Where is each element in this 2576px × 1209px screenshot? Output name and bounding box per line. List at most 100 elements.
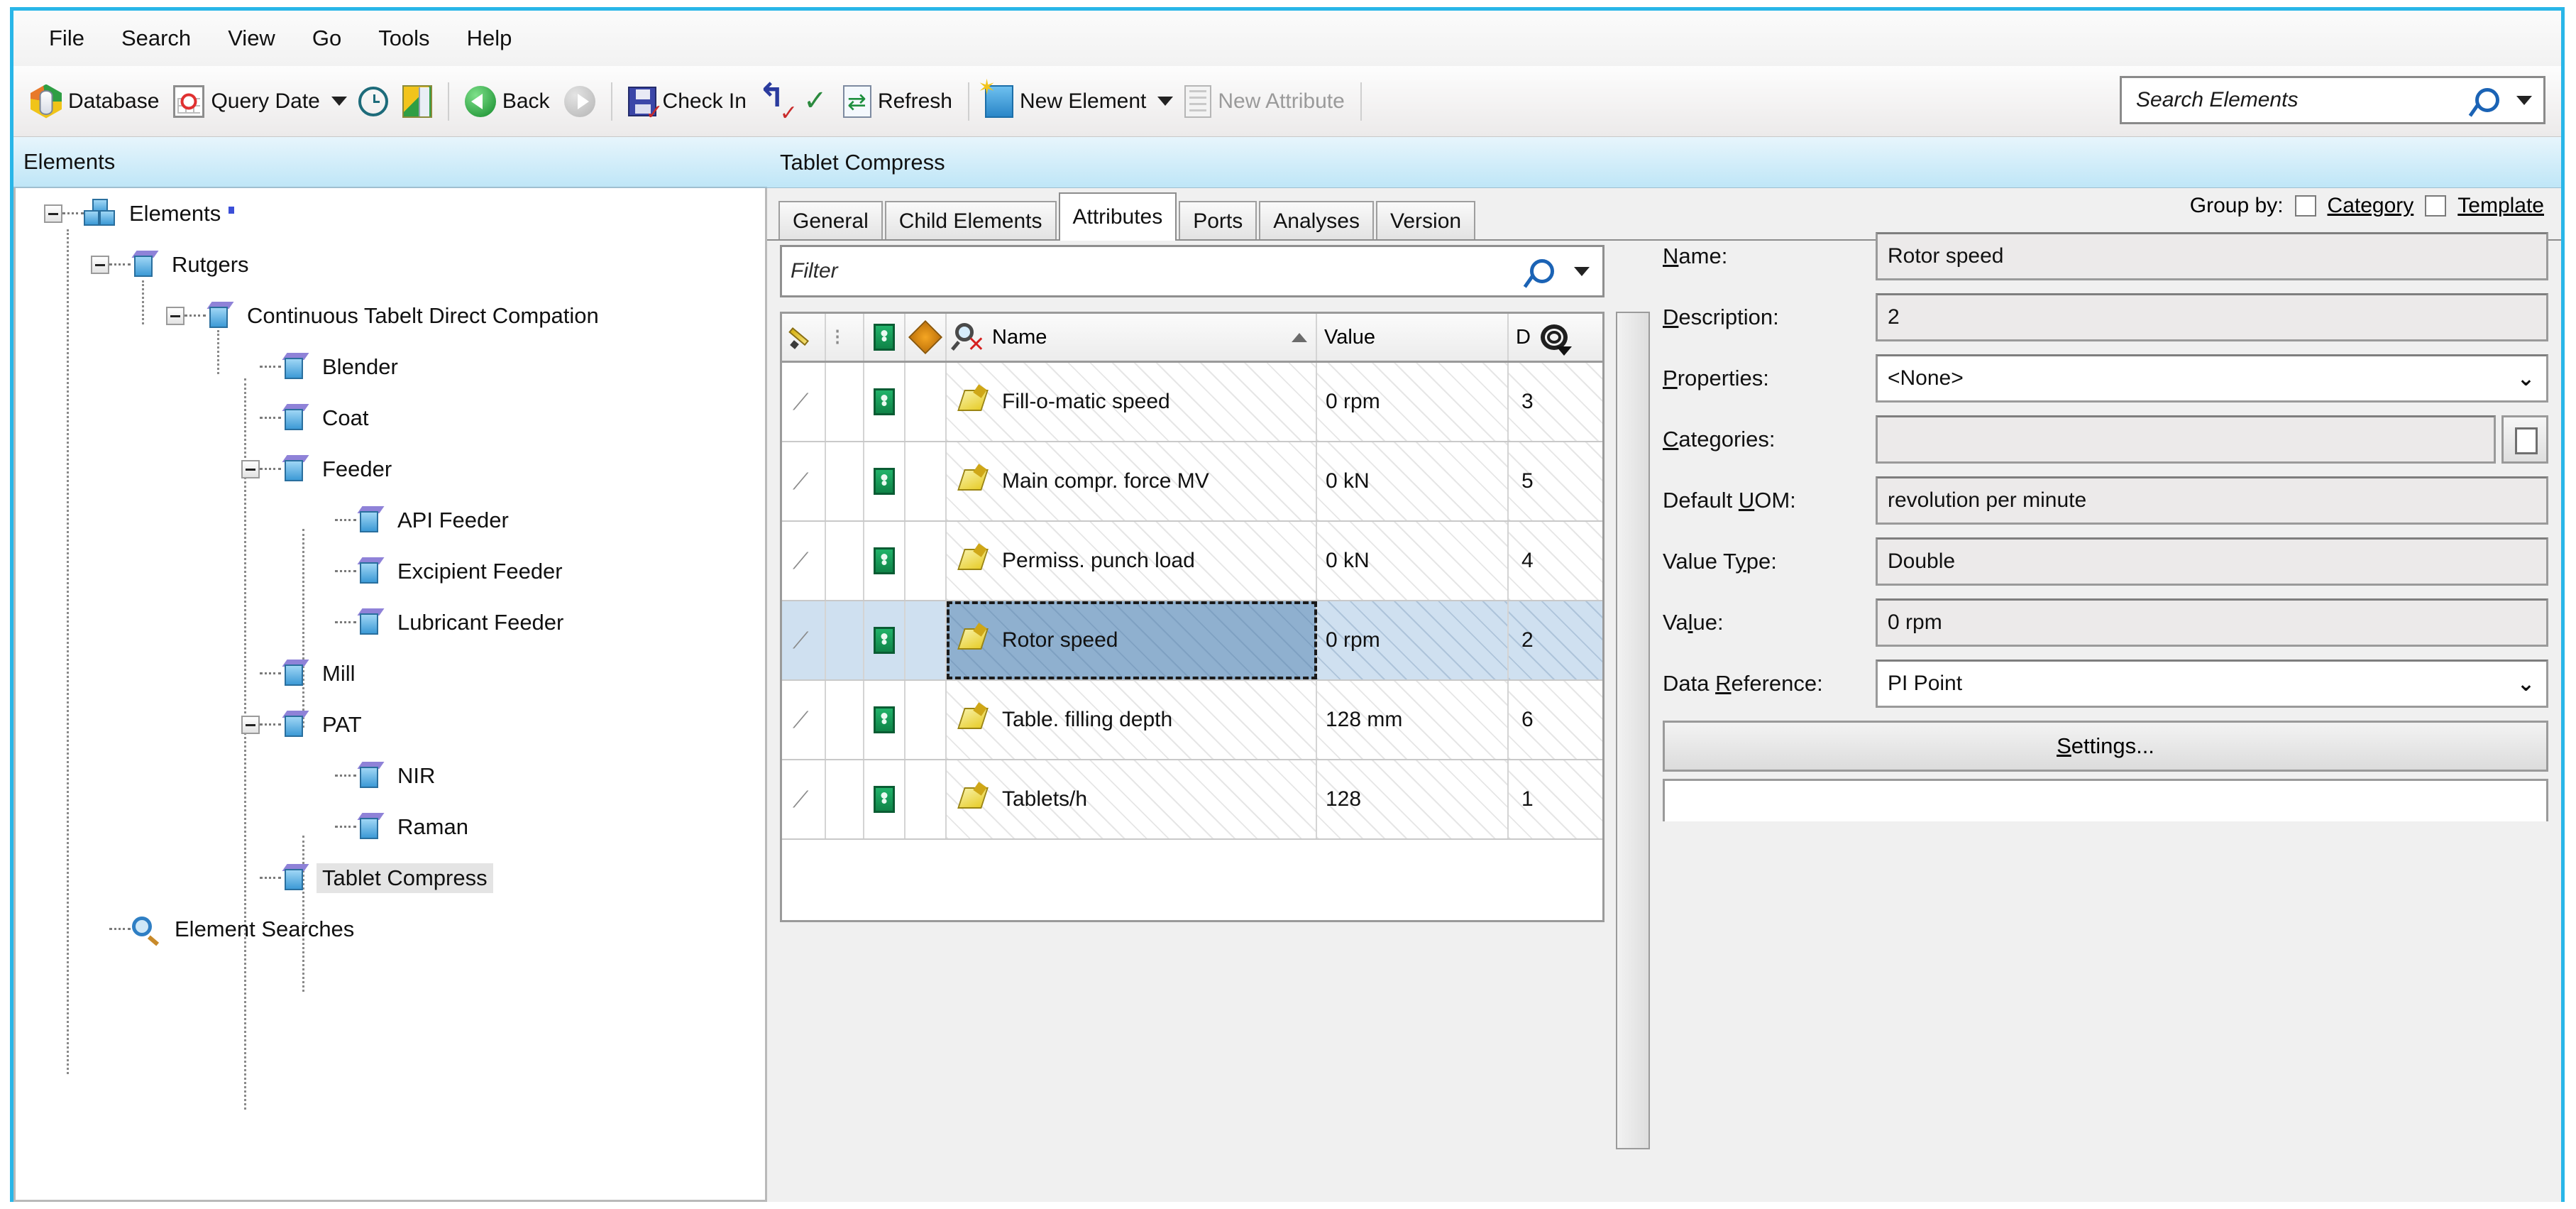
tree-item-blender[interactable]: Blender — [16, 341, 765, 393]
new-element-dropdown-icon[interactable] — [1157, 97, 1174, 106]
group-by-template-label[interactable]: Template — [2457, 194, 2544, 218]
tree-item-continuous-tabelt-direct-compation[interactable]: Continuous Tabelt Direct Compation — [16, 290, 765, 341]
query-date-button[interactable]: Query Date — [166, 81, 326, 122]
cell-name[interactable]: Fill-o-matic speed — [947, 363, 1317, 441]
categories-field[interactable] — [1876, 415, 2496, 464]
tab-ports[interactable]: Ports — [1179, 201, 1257, 241]
tree-item-lubricant-feeder[interactable]: Lubricant Feeder — [16, 597, 765, 648]
query-date-dropdown-icon[interactable] — [331, 97, 347, 106]
search-elements-box[interactable]: Search Elements — [2120, 76, 2545, 124]
back-button[interactable]: Back — [458, 82, 557, 121]
column-header-d[interactable]: D — [1509, 314, 1602, 361]
cell-value[interactable]: 0 rpm — [1317, 363, 1509, 441]
tree-item-feeder[interactable]: Feeder — [16, 444, 765, 495]
search-dropdown-icon[interactable] — [2516, 95, 2532, 105]
new-attribute-button[interactable]: New Attribute — [1177, 81, 1351, 122]
database-button[interactable]: Database — [23, 80, 166, 123]
tree-expander-icon[interactable] — [241, 716, 260, 734]
clock-button[interactable] — [351, 82, 395, 121]
tree-item-elements[interactable]: Elements — [16, 188, 765, 239]
tree-item-pat[interactable]: PAT — [16, 699, 765, 750]
tab-version[interactable]: Version — [1376, 201, 1476, 241]
table-row[interactable]: ⟋ Table. filling depth 128 mm 6 — [782, 681, 1602, 760]
forward-button[interactable] — [557, 82, 602, 121]
cell-d[interactable]: 3 — [1509, 363, 1602, 441]
tab-analyses[interactable]: Analyses — [1259, 201, 1374, 241]
menu-item-file[interactable]: File — [31, 21, 103, 55]
search-icon[interactable] — [2475, 88, 2499, 112]
cell-d[interactable]: 5 — [1509, 442, 1602, 520]
refresh-button[interactable]: Refresh — [836, 81, 959, 122]
tree-item-tablet-compress[interactable]: Tablet Compress — [16, 853, 765, 904]
categories-browse-button[interactable] — [2501, 415, 2548, 464]
cell-d[interactable]: 4 — [1509, 522, 1602, 600]
color-book-button[interactable] — [395, 81, 439, 122]
tree-item-nir[interactable]: NIR — [16, 750, 765, 802]
new-element-button[interactable]: New Element — [978, 75, 1153, 122]
attribute-filter-box[interactable]: Filter — [780, 245, 1605, 297]
name-field[interactable]: Rotor speed — [1876, 232, 2548, 280]
menu-item-search[interactable]: Search — [103, 21, 209, 55]
tree-item-api-feeder[interactable]: API Feeder — [16, 495, 765, 546]
cell-d[interactable]: 2 — [1509, 601, 1602, 679]
tree-item-element-searches[interactable]: Element Searches — [16, 904, 765, 955]
tree-item-coat[interactable]: Coat — [16, 393, 765, 444]
column-header-modified[interactable] — [782, 314, 826, 361]
description-field[interactable]: 2 — [1876, 293, 2548, 341]
tree-expander-icon[interactable] — [241, 460, 260, 478]
check-in-button[interactable]: ✓ Check In — [621, 82, 754, 123]
cell-value[interactable]: 128 mm — [1317, 681, 1509, 759]
group-by-category-label[interactable]: Category — [2328, 194, 2414, 218]
check-out-button[interactable]: ✓ — [796, 83, 836, 120]
cell-value[interactable]: 0 kN — [1317, 522, 1509, 600]
tab-attributes[interactable]: Attributes — [1058, 192, 1177, 241]
attribute-filter-input[interactable]: Filter — [791, 259, 1530, 283]
cell-value[interactable]: 128 — [1317, 760, 1509, 838]
tab-general[interactable]: General — [778, 201, 883, 241]
cell-name[interactable]: Tablets/h — [947, 760, 1317, 838]
filter-dropdown-icon[interactable] — [1574, 266, 1590, 276]
cell-name[interactable]: Rotor speed — [947, 601, 1317, 679]
gear-icon[interactable] — [1538, 322, 1572, 356]
cell-d[interactable]: 1 — [1509, 760, 1602, 838]
filter-search-icon[interactable] — [1530, 259, 1554, 283]
table-row[interactable]: ⟋ Rotor speed 0 rpm 2 — [782, 601, 1602, 681]
value-field[interactable]: 0 rpm — [1876, 598, 2548, 647]
settings-button[interactable]: Settings... — [1663, 721, 2548, 772]
tree-expander-icon[interactable] — [166, 307, 185, 325]
cell-name[interactable]: Permiss. punch load — [947, 522, 1317, 600]
column-header-status[interactable]: ⁝ — [826, 314, 864, 361]
undo-check-out-button[interactable]: ✓ — [754, 76, 798, 124]
tree-item-rutgers[interactable]: Rutgers — [16, 239, 765, 290]
group-by-template-checkbox[interactable] — [2425, 195, 2447, 217]
menu-item-tools[interactable]: Tools — [360, 21, 448, 55]
elements-tree[interactable]: Elements Rutgers Continuous Tabelt Direct … — [13, 188, 767, 1202]
column-header-trait[interactable] — [906, 314, 947, 361]
cell-value[interactable]: 0 rpm — [1317, 601, 1509, 679]
column-header-value[interactable]: Value — [1317, 314, 1509, 361]
cell-value[interactable]: 0 kN — [1317, 442, 1509, 520]
properties-dropdown[interactable]: <None> ⌄ — [1876, 354, 2548, 403]
cell-d[interactable]: 6 — [1509, 681, 1602, 759]
panel-splitter[interactable] — [1616, 312, 1650, 1149]
menu-item-view[interactable]: View — [209, 21, 294, 55]
attributes-table[interactable]: ⁝ ✕ Name Value D ⟋ Fill-o-matic speed 0 … — [780, 312, 1605, 922]
tree-expander-icon[interactable] — [91, 256, 109, 274]
tree-item-raman[interactable]: Raman — [16, 802, 765, 853]
menu-item-go[interactable]: Go — [294, 21, 360, 55]
tree-expander-icon[interactable] — [44, 204, 62, 223]
data-reference-dropdown[interactable]: PI Point ⌄ — [1876, 660, 2548, 708]
search-elements-input[interactable]: Search Elements — [2129, 88, 2475, 112]
table-row[interactable]: ⟋ Main compr. force MV 0 kN 5 — [782, 442, 1602, 522]
menu-item-help[interactable]: Help — [448, 21, 531, 55]
table-row[interactable]: ⟋ Fill-o-matic speed 0 rpm 3 — [782, 363, 1602, 442]
cell-name[interactable]: Table. filling depth — [947, 681, 1317, 759]
value-type-field[interactable]: Double — [1876, 537, 2548, 586]
tree-item-excipient-feeder[interactable]: Excipient Feeder — [16, 546, 765, 597]
tab-child-elements[interactable]: Child Elements — [884, 201, 1057, 241]
column-header-security[interactable] — [864, 314, 906, 361]
table-row[interactable]: ⟋ Tablets/h 128 1 — [782, 760, 1602, 840]
table-row[interactable]: ⟋ Permiss. punch load 0 kN 4 — [782, 522, 1602, 601]
tree-item-mill[interactable]: Mill — [16, 648, 765, 699]
default-uom-field[interactable]: revolution per minute — [1876, 476, 2548, 525]
